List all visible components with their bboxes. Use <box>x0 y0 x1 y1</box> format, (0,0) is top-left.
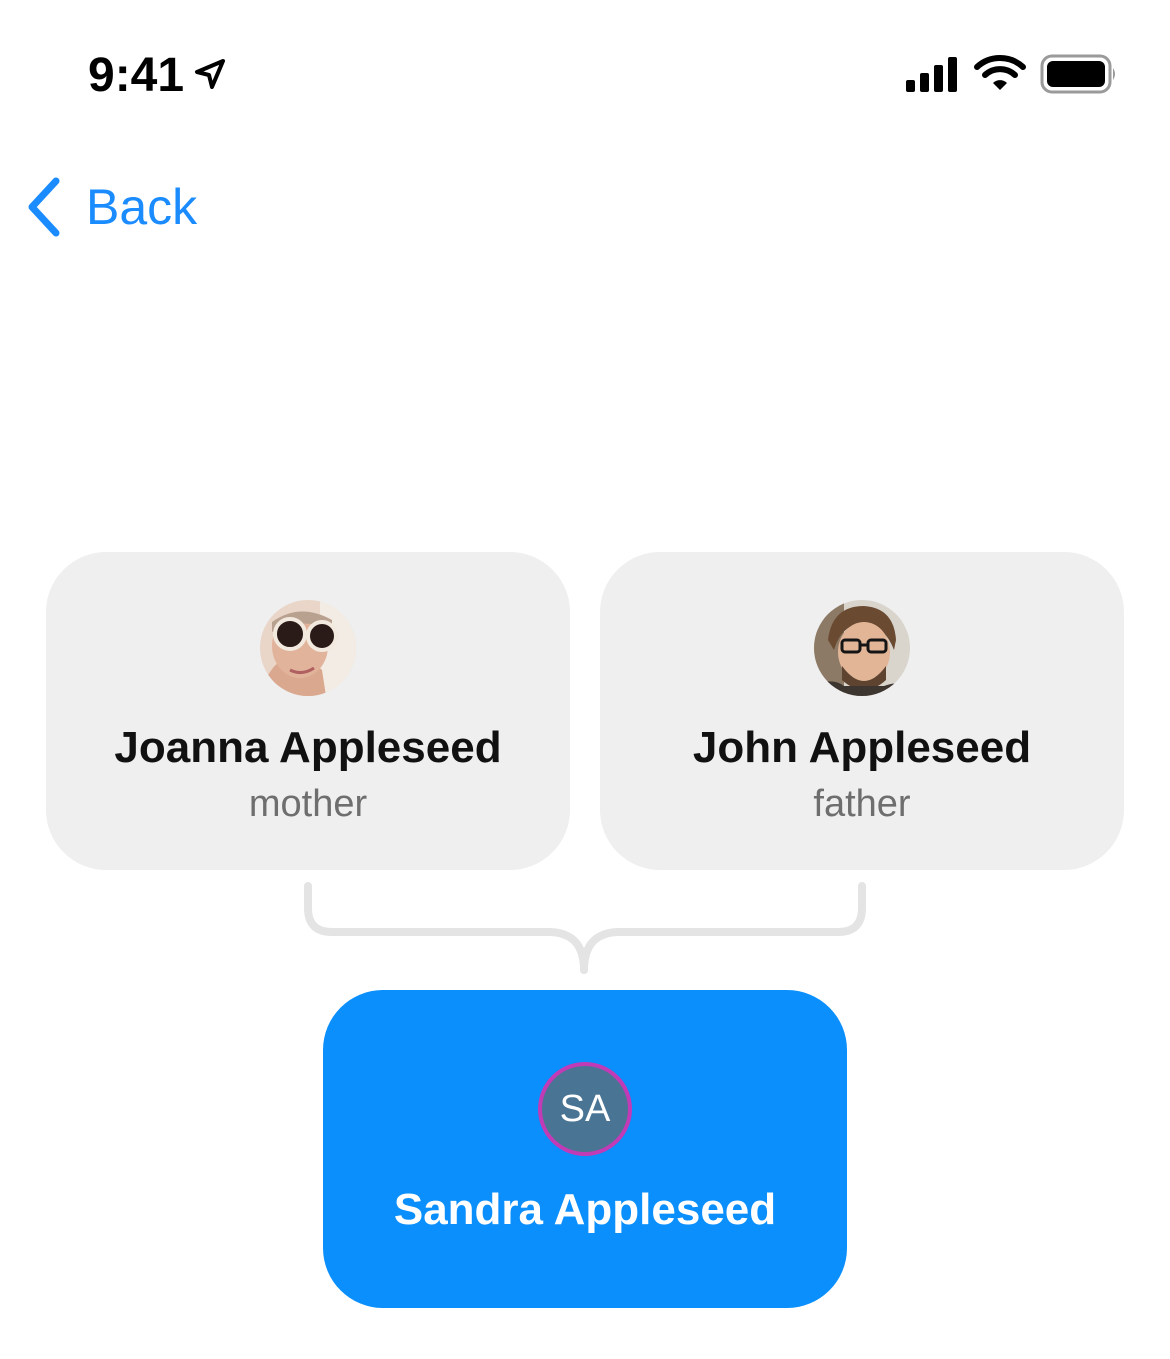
chevron-left-icon <box>28 177 60 237</box>
avatar-photo <box>814 600 910 696</box>
avatar-photo <box>260 600 356 696</box>
person-relation: mother <box>248 783 368 825</box>
cellular-signal-icon <box>906 57 957 92</box>
avatar-photo-image <box>814 600 910 696</box>
back-button[interactable]: Back <box>24 172 197 242</box>
child-name: Sandra Appleseed <box>393 1185 777 1234</box>
person-relation: father <box>813 783 911 825</box>
back-label: Back <box>86 179 198 235</box>
parent-card-mother[interactable]: Joanna Appleseed mother <box>46 552 570 870</box>
wifi-icon <box>974 55 1026 90</box>
status-bar: 9:41 <box>0 0 1170 140</box>
avatar-photo-image <box>260 600 356 696</box>
status-time: 9:41 <box>88 49 185 102</box>
family-connector <box>304 882 866 974</box>
family-tree-screen: 9:41 Back Joanna Appleseed mother John A… <box>0 0 1170 1359</box>
battery-icon <box>1040 54 1115 94</box>
location-arrow-icon <box>195 59 225 89</box>
initials-avatar: SA <box>538 1062 632 1156</box>
person-name: Joanna Appleseed <box>114 723 502 772</box>
child-card[interactable]: SA Sandra Appleseed <box>323 990 847 1308</box>
person-name: John Appleseed <box>692 723 1032 772</box>
parent-card-father[interactable]: John Appleseed father <box>600 552 1124 870</box>
